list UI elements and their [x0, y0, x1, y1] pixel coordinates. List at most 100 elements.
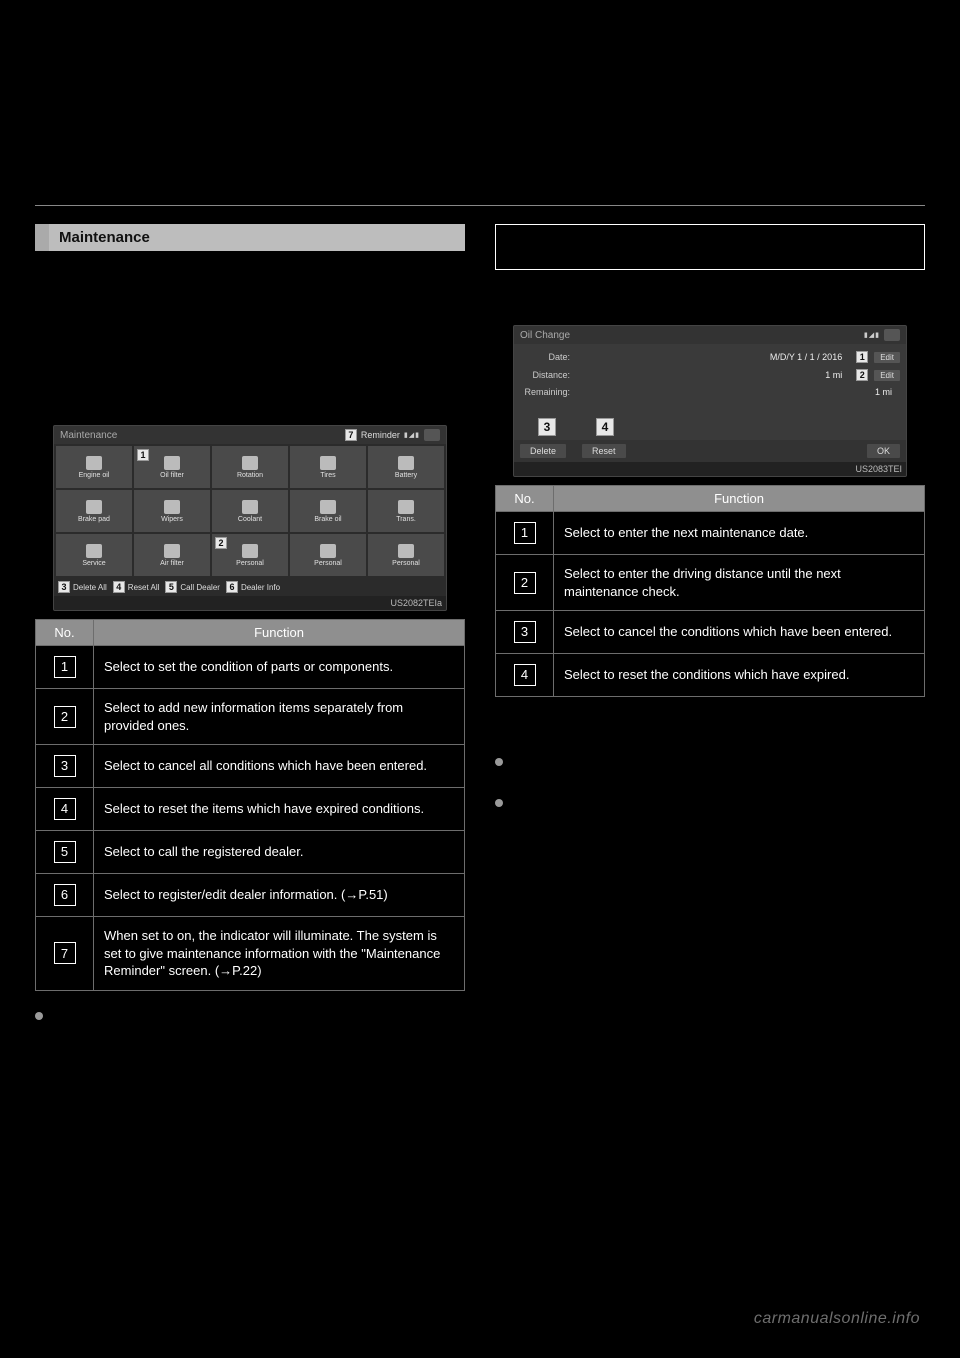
bullet-icon — [495, 758, 503, 766]
row-label: Date: — [520, 352, 570, 362]
maint-item-personal-2[interactable]: Personal — [290, 534, 366, 576]
hidden-note: hidden — [35, 1009, 465, 1023]
row-func: Select to set the condition of parts or … — [94, 646, 465, 689]
edit-button[interactable]: Edit — [874, 352, 900, 363]
right-column: Oil Change ▮◢▮ Date: M/D/Y 1 / 1 / 2016 … — [495, 224, 925, 1023]
row-func: Select to enter the next maintenance dat… — [554, 512, 925, 555]
row-func: Select to call the registered dealer. — [94, 831, 465, 874]
table-header-no: No. — [496, 486, 554, 512]
marker-4: 4 — [596, 418, 614, 436]
coolant-icon — [242, 500, 258, 514]
right-function-table: No. Function 1 Select to enter the next m… — [495, 485, 925, 697]
maint-item-wipers[interactable]: Wipers — [134, 490, 210, 532]
delete-all-button[interactable]: Delete All — [73, 583, 107, 592]
maint-item-brake-oil[interactable]: Brake oil — [290, 490, 366, 532]
row-num: 3 — [514, 621, 536, 643]
maint-item-engine-oil[interactable]: Engine oil — [56, 446, 132, 488]
call-dealer-button[interactable]: Call Dealer — [180, 583, 220, 592]
trans-icon — [398, 500, 414, 514]
manual-page: Maintenance Maintenance 7 Reminder ▮◢▮ E… — [0, 0, 960, 1358]
maint-item-tires[interactable]: Tires — [290, 446, 366, 488]
maint-item-brake-pad[interactable]: Brake pad — [56, 490, 132, 532]
maint-item-air-filter[interactable]: Air filter — [134, 534, 210, 576]
rotation-icon — [242, 456, 258, 470]
maint-item-service[interactable]: Service — [56, 534, 132, 576]
brake-pad-icon — [86, 500, 102, 514]
oil-change-row-date: Date: M/D/Y 1 / 1 / 2016 1 Edit — [520, 348, 900, 366]
blank-intro-space — [35, 265, 465, 415]
row-func: Select to enter the driving distance unt… — [554, 555, 925, 611]
maint-item-coolant[interactable]: Coolant — [212, 490, 288, 532]
ok-button[interactable]: OK — [867, 444, 900, 458]
oil-change-row-remaining: Remaining: 1 mi — [520, 384, 900, 400]
row-num: 1 — [514, 522, 536, 544]
oil-change-row-distance: Distance: 1 mi 2 Edit — [520, 366, 900, 384]
back-icon[interactable] — [884, 329, 900, 341]
section-title: Maintenance — [49, 224, 465, 251]
row-func: Select to add new information items sepa… — [94, 689, 465, 745]
two-column-layout: Maintenance Maintenance 7 Reminder ▮◢▮ E… — [35, 224, 925, 1023]
marker-2: 2 — [856, 369, 868, 381]
right-heading-box — [495, 224, 925, 270]
edit-button[interactable]: Edit — [874, 370, 900, 381]
row-num: 2 — [54, 706, 76, 728]
maintenance-screenshot: Maintenance 7 Reminder ▮◢▮ Engine oil 1O… — [53, 425, 447, 611]
row-num: 4 — [514, 664, 536, 686]
row-num: 2 — [514, 572, 536, 594]
oil-filter-icon — [164, 456, 180, 470]
engine-oil-icon — [86, 456, 102, 470]
row-value: M/D/Y 1 / 1 / 2016 — [576, 352, 850, 362]
marker-1: 1 — [137, 449, 149, 461]
table-row: 1Select to set the condition of parts or… — [36, 646, 465, 689]
dealer-info-button[interactable]: Dealer Info — [241, 583, 280, 592]
table-row: 2 Select to enter the driving distance un… — [496, 555, 925, 611]
reset-button[interactable]: Reset — [582, 444, 626, 458]
marker-5: 5 — [165, 581, 177, 593]
hidden-note-1 — [495, 755, 925, 766]
reminder-label: Reminder — [361, 430, 400, 440]
oil-change-screenshot: Oil Change ▮◢▮ Date: M/D/Y 1 / 1 / 2016 … — [513, 325, 907, 477]
table-row: 4 Select to reset the items which have ex… — [36, 788, 465, 831]
signal-icon: ▮◢▮ — [404, 431, 420, 439]
row-num: 6 — [54, 884, 76, 906]
table-row: 2 Select to add new information items sep… — [36, 689, 465, 745]
maint-item-oil-filter[interactable]: 1Oil filter — [134, 446, 210, 488]
row-num: 7 — [54, 942, 76, 964]
maint-item-battery[interactable]: Battery — [368, 446, 444, 488]
maint-item-rotation[interactable]: Rotation — [212, 446, 288, 488]
maint-item-personal-3[interactable]: Personal — [368, 534, 444, 576]
footer-watermark: carmanualsonline.info — [754, 1310, 920, 1328]
header-rule — [35, 205, 925, 206]
reset-all-button[interactable]: Reset All — [128, 583, 160, 592]
image-code: US2083TEI — [514, 462, 906, 476]
personal-icon — [320, 544, 336, 558]
maintenance-footer: 3Delete All 4Reset All 5Call Dealer 6Dea… — [54, 578, 446, 596]
table-row: 4 Select to reset the conditions which ha… — [496, 654, 925, 697]
brake-oil-icon — [320, 500, 336, 514]
maint-item-trans[interactable]: Trans. — [368, 490, 444, 532]
bullet-icon — [495, 799, 503, 807]
row-label: Remaining: — [520, 387, 570, 397]
screenshot-title: Oil Change — [520, 330, 570, 341]
row-num: 4 — [54, 798, 76, 820]
row-func: Select to cancel all conditions which ha… — [94, 745, 465, 788]
marker-1: 1 — [856, 351, 868, 363]
table-row: 7When set to on, the indicator will illu… — [36, 917, 465, 991]
back-icon[interactable] — [424, 429, 440, 441]
screenshot-header-right: ▮◢▮ — [864, 329, 900, 341]
wipers-icon — [164, 500, 180, 514]
marker-2: 2 — [215, 537, 227, 549]
screenshot-header-right: 7 Reminder ▮◢▮ — [345, 429, 440, 441]
row-func: Select to reset the conditions which hav… — [554, 654, 925, 697]
row-func: Select to reset the items which have exp… — [94, 788, 465, 831]
battery-icon — [398, 456, 414, 470]
maintenance-grid: Engine oil 1Oil filter Rotation Tires Ba… — [54, 444, 446, 578]
heading-stripe — [35, 224, 49, 251]
row-label: Distance: — [520, 370, 570, 380]
delete-button[interactable]: Delete — [520, 444, 566, 458]
table-row: 1 Select to enter the next maintenance da… — [496, 512, 925, 555]
table-header-function: Function — [554, 486, 925, 512]
marker-6: 6 — [226, 581, 238, 593]
left-function-table: No. Function 1Select to set the conditio… — [35, 619, 465, 991]
maint-item-personal-1[interactable]: 2Personal — [212, 534, 288, 576]
